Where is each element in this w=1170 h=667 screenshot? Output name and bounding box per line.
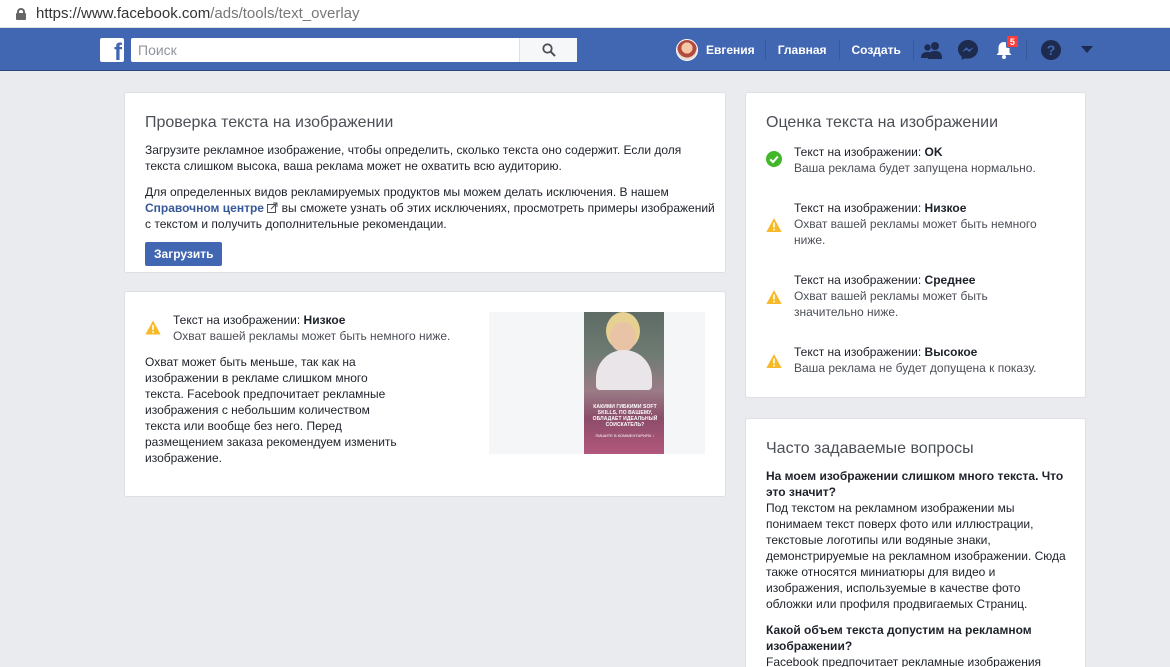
rating-ok: Текст на изображении: OK Ваша реклама бу… <box>766 144 1066 176</box>
rating-description: Охват вашей рекламы может быть немного н… <box>794 217 1037 247</box>
faq-card: Часто задаваемые вопросы На моем изображ… <box>745 418 1086 667</box>
result-card: Текст на изображении: Низкое Охват вашей… <box>124 291 726 497</box>
notifications-count-badge: 5 <box>1005 35 1019 48</box>
lock-icon <box>16 7 26 20</box>
url-text[interactable]: https://www.facebook.com/ads/tools/text_… <box>36 5 360 22</box>
profile-name: Евгения <box>706 42 755 57</box>
facebook-logo-icon[interactable]: f <box>100 38 124 62</box>
ratings-title: Оценка текста на изображении <box>766 114 999 131</box>
rating-level-line: Текст на изображении: Среднее <box>794 273 976 287</box>
caret-down-icon <box>1080 45 1093 53</box>
text-check-card: Проверка текста на изображении Загрузите… <box>124 92 726 273</box>
rating-level-line: Текст на изображении: OK <box>794 145 943 159</box>
image-caption-text: КАКИМИ ГИБКИМИ SOFT SKILLS, ПО ВАШЕМУ, О… <box>592 404 658 428</box>
faq-title: Часто задаваемые вопросы <box>766 440 974 457</box>
warning-icon <box>766 290 782 304</box>
ratings-card: Оценка текста на изображении Текст на из… <box>745 92 1086 398</box>
exceptions-paragraph: Для определенных видов рекламируемых про… <box>145 185 715 231</box>
nav-right: Евгения Главная Создать 5 ? <box>672 28 1105 71</box>
rating-text: Текст на изображении: Высокое Ваша рекла… <box>794 344 1066 376</box>
warning-icon <box>766 354 782 368</box>
rating-high: Текст на изображении: Высокое Ваша рекла… <box>766 344 1066 376</box>
result-level-line: Текст на изображении: Низкое <box>173 313 346 327</box>
search-button[interactable] <box>519 38 577 62</box>
intro-paragraph: Загрузите рекламное изображение, чтобы о… <box>145 143 682 173</box>
image-caption-small-text: ПИШИТЕ В КОММЕНТАРИЯХ ↓ <box>595 433 655 438</box>
faq-answer: Под текстом на рекламном изображении мы … <box>766 501 1066 611</box>
card-title: Проверка текста на изображении <box>145 114 394 131</box>
warning-icon <box>766 218 782 232</box>
faq-question: На моем изображении слишком много текста… <box>766 469 1064 499</box>
rating-description: Охват вашей рекламы может быть значитель… <box>794 289 988 319</box>
create-link[interactable]: Создать <box>840 40 913 60</box>
rating-level-line: Текст на изображении: Высокое <box>794 345 978 359</box>
rating-description: Ваша реклама будет запущена нормально. <box>794 161 1036 175</box>
rating-text: Текст на изображении: Низкое Охват вашей… <box>794 200 1066 248</box>
messenger-icon <box>957 39 978 60</box>
rating-medium: Текст на изображении: Среднее Охват ваше… <box>766 272 1066 320</box>
rating-low: Текст на изображении: Низкое Охват вашей… <box>766 200 1066 248</box>
uploaded-ad-image: КАКИМИ ГИБКИМИ SOFT SKILLS, ПО ВАШЕМУ, О… <box>584 312 664 454</box>
help-button[interactable]: ? <box>1033 28 1069 71</box>
rating-text: Текст на изображении: Среднее Охват ваше… <box>794 272 1039 320</box>
photo-person-body <box>596 350 652 390</box>
external-link-icon[interactable] <box>267 202 278 213</box>
search-input[interactable] <box>131 38 519 62</box>
divider <box>1025 39 1027 60</box>
upload-button[interactable]: Загрузить <box>145 242 223 266</box>
avatar <box>676 38 698 61</box>
friends-icon <box>920 41 942 59</box>
search-box <box>131 38 577 62</box>
faq-question: Какой объем текста допустим на рекламном… <box>766 623 1032 653</box>
browser-url-bar[interactable]: https://www.facebook.com/ads/tools/text_… <box>0 0 1170 28</box>
home-link[interactable]: Главная <box>766 40 839 60</box>
photo-person-head <box>610 322 636 352</box>
friend-requests-button[interactable] <box>914 28 950 71</box>
rating-level-line: Текст на изображении: Низкое <box>794 201 967 215</box>
check-circle-icon <box>766 151 782 167</box>
result-subtitle: Охват вашей рекламы может быть немного н… <box>173 329 451 343</box>
messenger-button[interactable] <box>950 28 986 71</box>
help-icon: ? <box>1040 39 1061 60</box>
rating-text: Текст на изображении: OK Ваша реклама бу… <box>794 144 1036 176</box>
result-summary: Текст на изображении: Низкое Охват вашей… <box>173 312 483 344</box>
search-icon <box>541 43 556 57</box>
notifications-button[interactable]: 5 <box>986 28 1022 71</box>
svg-text:?: ? <box>1047 42 1056 58</box>
warning-icon <box>145 320 161 335</box>
top-navigation-bar: f Евгения Главная Создать <box>0 28 1170 71</box>
account-menu-button[interactable] <box>1069 28 1105 71</box>
help-center-link[interactable]: Справочном центре <box>145 201 264 215</box>
profile-link[interactable]: Евгения <box>672 28 765 71</box>
faq-answer: Facebook предпочитает рекламные изображе… <box>766 655 1042 667</box>
rating-description: Ваша реклама не будет допущена к показу. <box>794 361 1037 375</box>
result-description: Охват может быть меньше, так как на изоб… <box>145 355 397 465</box>
